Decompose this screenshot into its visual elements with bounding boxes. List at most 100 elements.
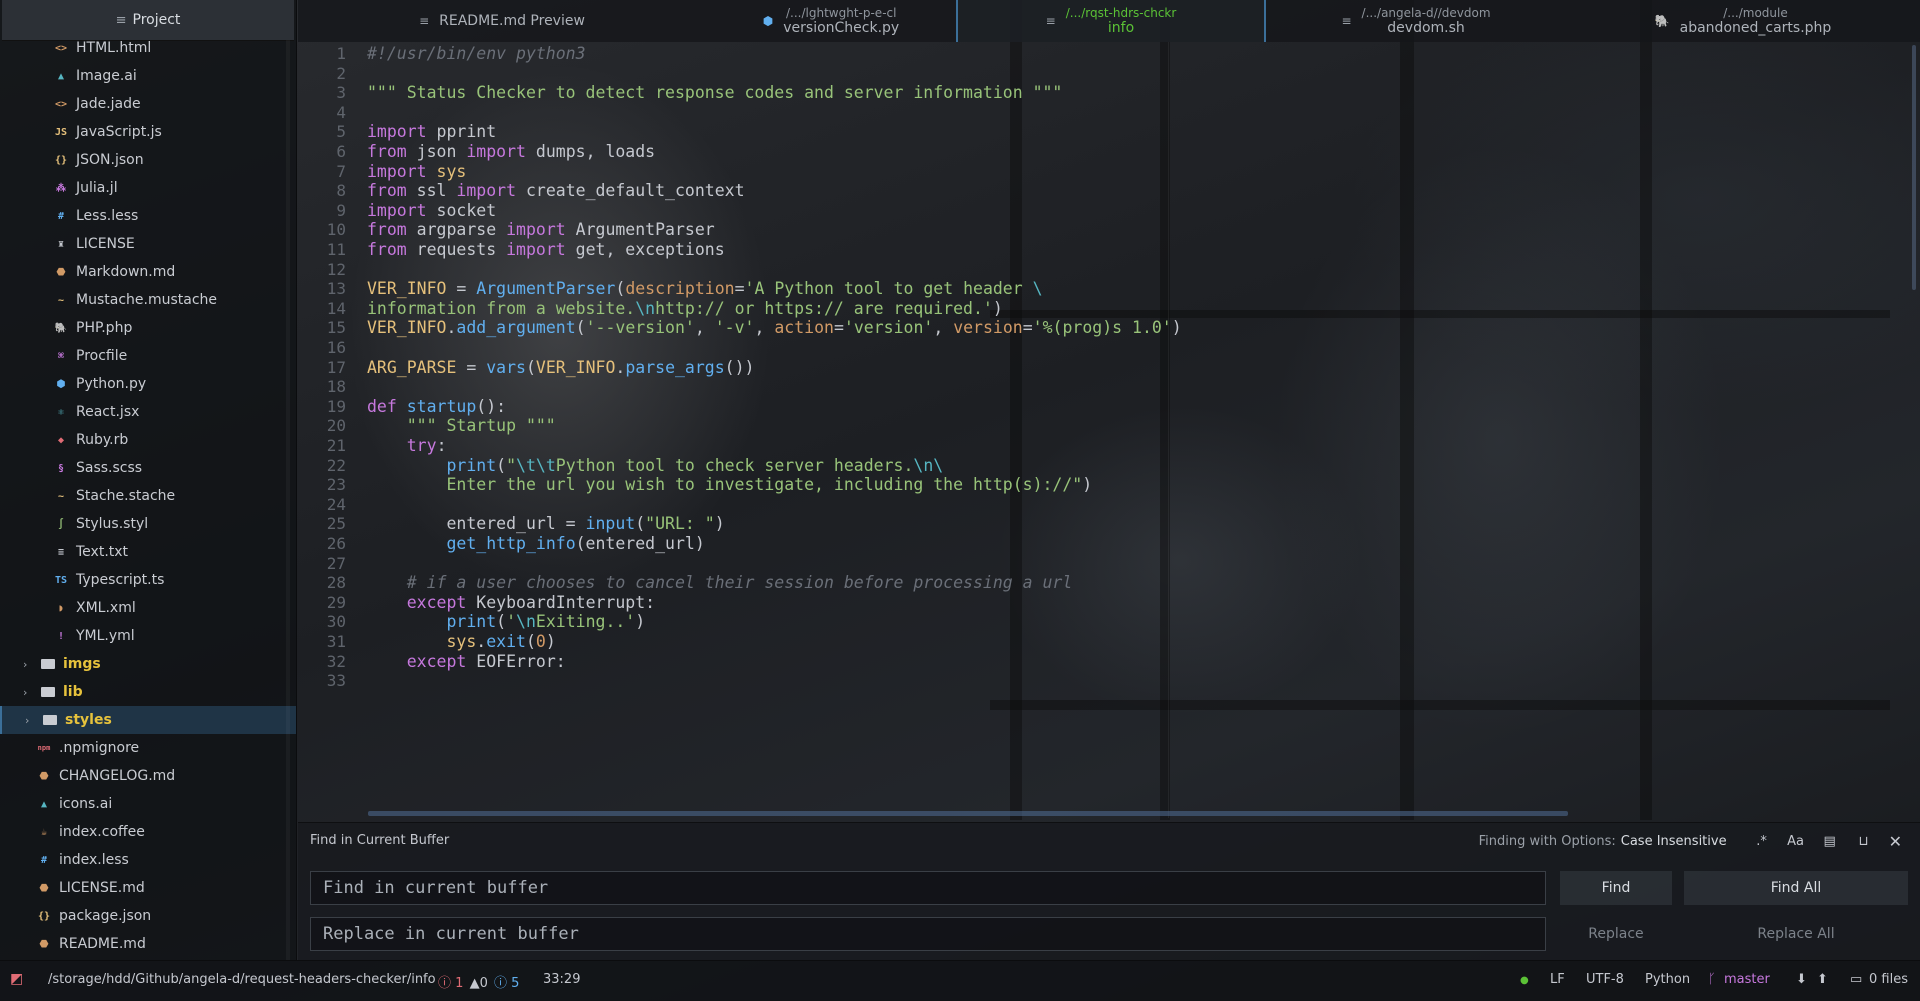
replace-input[interactable] bbox=[310, 917, 1546, 951]
tree-file[interactable]: ⁂ Julia.jl bbox=[0, 174, 296, 202]
github-files[interactable]: 0 files bbox=[1869, 972, 1908, 987]
git-branch[interactable]: master bbox=[1724, 972, 1770, 987]
case-sensitive-toggle[interactable]: Aa bbox=[1783, 831, 1809, 851]
tree-file[interactable]: ☕ index.coffee bbox=[0, 818, 296, 846]
tree-file[interactable]: # index.less bbox=[0, 846, 296, 874]
code-line[interactable]: VER_INFO.add_argument('--version', '-v',… bbox=[367, 318, 1182, 337]
tree-file[interactable]: ! YML.yml bbox=[0, 622, 296, 650]
grammar-selector[interactable]: Python bbox=[1645, 972, 1690, 987]
file-encoding[interactable]: UTF-8 bbox=[1586, 972, 1624, 987]
code-line[interactable]: import socket bbox=[367, 201, 496, 220]
tree-file[interactable]: JS JavaScript.js bbox=[0, 118, 296, 146]
code-line[interactable]: ARG_PARSE = vars(VER_INFO.parse_args()) bbox=[367, 358, 754, 377]
tree-file[interactable]: ~ Mustache.mustache bbox=[0, 286, 296, 314]
python-file-icon: ⬢ bbox=[762, 14, 774, 28]
editor-vertical-scrollbar[interactable] bbox=[1912, 45, 1916, 290]
text-editor[interactable]: 1 2 3 4 5 6 7 8 9 10 11 12 13 14 15 16 17 18 19 20 21 22 23 24 2… bbox=[298, 42, 1920, 818]
code-line[interactable]: from requests import get, exceptions bbox=[367, 240, 725, 259]
tree-file[interactable]: ~ Stache.stache bbox=[0, 482, 296, 510]
tree-item-label: Python.py bbox=[76, 376, 147, 392]
tree-file[interactable]: ⬣ README.md bbox=[0, 930, 296, 958]
editor-horizontal-scrollbar[interactable] bbox=[368, 811, 1568, 816]
find-input[interactable] bbox=[310, 871, 1546, 905]
code-line[interactable]: import sys bbox=[367, 162, 466, 181]
tab-readme-md-preview[interactable]: ≡ README.md Preview bbox=[298, 0, 706, 42]
tree-item-label: index.less bbox=[59, 852, 129, 868]
code-line[interactable]: Enter the url you wish to investigate, i… bbox=[367, 475, 1092, 494]
close-icon[interactable]: ✕ bbox=[1889, 832, 1902, 851]
tree-folder-lib[interactable]: › lib bbox=[0, 678, 296, 706]
tree-file[interactable]: ⌘ Procfile bbox=[0, 342, 296, 370]
code-line[interactable]: from json import dumps, loads bbox=[367, 142, 655, 161]
tree-item-label: Jade.jade bbox=[76, 96, 141, 112]
file-icon[interactable]: ◩ bbox=[10, 971, 23, 987]
tree-file[interactable]: ∫ Stylus.styl bbox=[0, 510, 296, 538]
line-ending[interactable]: LF bbox=[1550, 972, 1565, 987]
tree-scrollbar[interactable] bbox=[286, 40, 290, 960]
find-all-button[interactable]: Find All bbox=[1684, 871, 1908, 905]
tree-folder-styles[interactable]: › styles bbox=[0, 706, 296, 734]
tab-info[interactable]: ≡ /.../rqst-hdrs-chckr info bbox=[956, 0, 1266, 42]
tree-file[interactable]: ⬣ CHANGELOG.md bbox=[0, 762, 296, 790]
code-line[interactable]: from ssl import create_default_context bbox=[367, 181, 745, 200]
cursor-position[interactable]: 33:29 bbox=[543, 972, 580, 987]
code-line[interactable]: except EOFError: bbox=[367, 652, 566, 671]
tree-file[interactable]: ≡ Text.txt bbox=[0, 538, 296, 566]
tree-file[interactable]: npm .npmignore bbox=[0, 734, 296, 762]
code-line[interactable]: entered_url = input("URL: ") bbox=[367, 514, 724, 533]
code-line[interactable]: except KeyboardInterrupt: bbox=[367, 593, 655, 612]
tree-file[interactable]: # Less.less bbox=[0, 202, 296, 230]
tree-file[interactable]: ♜ LICENSE bbox=[0, 230, 296, 258]
tree-file[interactable]: § Sass.scss bbox=[0, 454, 296, 482]
replace-button[interactable]: Replace bbox=[1560, 917, 1672, 951]
tree-file[interactable]: {} JSON.json bbox=[0, 146, 296, 174]
tab-abandoned-carts-php[interactable]: 🐘 /.../module abandoned_carts.php bbox=[1566, 0, 1920, 42]
code-line[interactable]: print('\nExiting..') bbox=[367, 612, 645, 631]
tree-file[interactable]: TS Typescript.ts bbox=[0, 566, 296, 594]
tree-file[interactable]: ⬣ LICENSE.md bbox=[0, 874, 296, 902]
code-area[interactable]: #!/usr/bin/env python3 """ Status Checker… bbox=[367, 42, 1920, 818]
code-line[interactable]: information from a website.\nhttp:// or … bbox=[367, 299, 1003, 318]
whole-word-toggle[interactable]: ⊔ bbox=[1851, 831, 1877, 851]
line-number: 31 bbox=[326, 632, 346, 651]
tree-file[interactable]: <> HTML.html bbox=[0, 34, 296, 62]
code-line[interactable]: get_http_info(entered_url) bbox=[367, 534, 704, 553]
tree-file[interactable]: ◗ XML.xml bbox=[0, 594, 296, 622]
code-line[interactable]: #!/usr/bin/env python3 bbox=[367, 44, 586, 63]
code-line[interactable]: VER_INFO = ArgumentParser(description='A… bbox=[367, 279, 1043, 298]
replace-all-button[interactable]: Replace All bbox=[1684, 917, 1908, 951]
tree-file[interactable]: ⬣ Markdown.md bbox=[0, 258, 296, 286]
file-path[interactable]: /storage/hdd/Github/angela-d/request-hea… bbox=[48, 972, 436, 987]
regex-toggle[interactable]: .* bbox=[1749, 831, 1775, 851]
code-line[interactable]: def startup(): bbox=[367, 397, 506, 416]
tree-item-label: XML.xml bbox=[76, 600, 136, 616]
tree-file[interactable]: ⬢ Python.py bbox=[0, 370, 296, 398]
tree-file[interactable]: ◆ Ruby.rb bbox=[0, 426, 296, 454]
tree-file[interactable]: {} package.json bbox=[0, 902, 296, 930]
tree-item-label: Markdown.md bbox=[76, 264, 176, 280]
tree-file[interactable]: ⚛ React.jsx bbox=[0, 398, 296, 426]
tree-file[interactable]: ▲ icons.ai bbox=[0, 790, 296, 818]
tree-file[interactable]: <> Jade.jade bbox=[0, 90, 296, 118]
in-selection-toggle[interactable]: ▤ bbox=[1817, 831, 1843, 851]
line-number: 7 bbox=[336, 161, 346, 181]
code-line[interactable]: from argparse import ArgumentParser bbox=[367, 220, 715, 239]
fetch-icon[interactable]: ⬇ bbox=[1796, 972, 1807, 987]
tree-file[interactable]: 🐘 PHP.php bbox=[0, 314, 296, 342]
code-line[interactable]: # if a user chooses to cancel their sess… bbox=[367, 573, 1073, 592]
find-button[interactable]: Find bbox=[1560, 871, 1672, 905]
code-line[interactable]: """ Startup """ bbox=[367, 416, 556, 435]
tab-devdom-sh[interactable]: ≡ /.../angela-d//devdom devdom.sh bbox=[1266, 0, 1566, 42]
code-line[interactable]: try: bbox=[367, 436, 447, 455]
find-panel: Find in Current Buffer Finding with Opti… bbox=[298, 822, 1920, 961]
code-line[interactable]: print("\t\tPython tool to check server h… bbox=[367, 456, 943, 475]
diagnostics-summary[interactable]: ⓘ 1 ▲0 ⓘ 5 bbox=[438, 972, 519, 991]
tree-file[interactable]: ▲ Image.ai bbox=[0, 62, 296, 90]
tree-folder-imgs[interactable]: › imgs bbox=[0, 650, 296, 678]
code-line[interactable]: sys.exit(0) bbox=[367, 632, 555, 651]
markdown-file-icon: ⬣ bbox=[39, 938, 49, 950]
tab-versioncheck-py[interactable]: ⬢ /.../lghtwght-p-e-cl versionCheck.py bbox=[706, 0, 956, 42]
code-line[interactable]: """ Status Checker to detect response co… bbox=[367, 83, 1062, 102]
push-icon[interactable]: ⬆ bbox=[1817, 972, 1828, 987]
code-line[interactable]: import pprint bbox=[367, 122, 496, 141]
